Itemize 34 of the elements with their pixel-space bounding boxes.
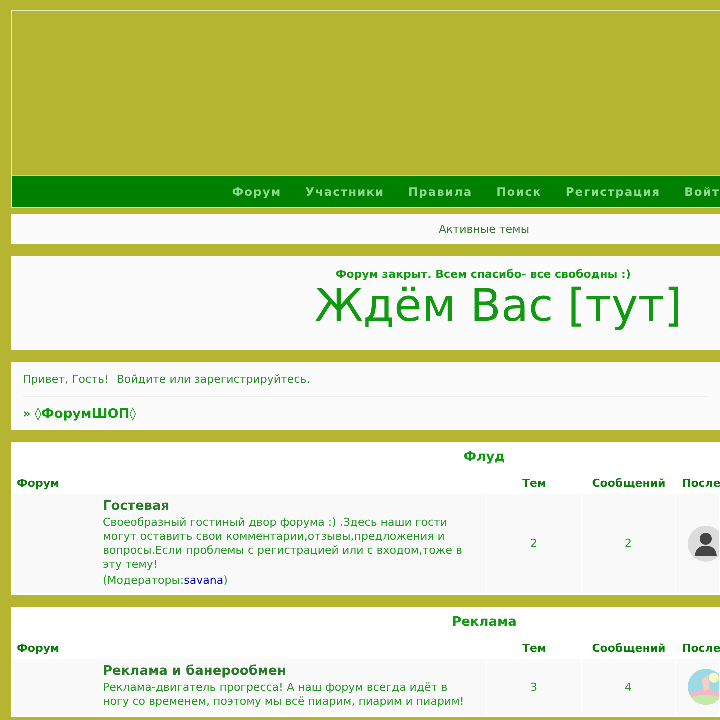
- column-header: Сообщений: [591, 641, 667, 657]
- category-title[interactable]: Реклама: [11, 607, 720, 634]
- posts-count: 4: [582, 659, 676, 715]
- column-header: Тем: [522, 641, 548, 657]
- forum-description: Реклама-двигатель прогресса! А наш форум всегда идёт в ногу со временем, поэтому мы всё пиарим, пиарим и пиарим!: [103, 681, 466, 709]
- moderator-link[interactable]: savana: [184, 574, 224, 587]
- posts-count: 2: [582, 494, 676, 593]
- forum-title-link[interactable]: Гостевая: [103, 499, 466, 514]
- headline-text: Ждём Вас [тут]: [314, 281, 682, 331]
- column-header: Сообщений: [591, 476, 667, 492]
- moderators-label: (Модераторы:: [103, 574, 184, 587]
- column-header: После: [681, 476, 720, 492]
- greeting-text: Привет, Гость!: [23, 372, 109, 386]
- column-header: Форум: [16, 476, 61, 492]
- topics-count: 2: [487, 494, 582, 593]
- nav-link[interactable]: Войт: [684, 184, 720, 198]
- column-header: Тем: [522, 476, 548, 492]
- nav-link[interactable]: Регистрация: [566, 184, 661, 198]
- avatar-icon[interactable]: [688, 526, 719, 562]
- column-header: Форум: [16, 641, 61, 657]
- nav-link[interactable]: Поиск: [496, 184, 542, 198]
- nav-link[interactable]: Форум: [232, 184, 282, 198]
- column-header: После: [681, 641, 720, 657]
- forum-title-link[interactable]: Реклама и банерообмен: [103, 664, 466, 679]
- active-topics-link[interactable]: Активные темы: [439, 222, 530, 236]
- nav-link[interactable]: Участники: [306, 184, 385, 198]
- login-link[interactable]: Войдите или зарегистрируйтесь.: [116, 372, 310, 386]
- nav-link[interactable]: Правила: [408, 184, 473, 198]
- notice-text: Форум закрыт. Всем спасибо- все свободны :): [336, 268, 631, 281]
- moderators-label: ): [224, 574, 228, 587]
- forum-description: Своеобразный гостиный двор форума :) .Здесь наши гости могут оставить свои комментарии,отзывы,предложения и вопросы.Если проблемы с регистрацией или с входом,тоже в эту тему!: [103, 516, 464, 572]
- category-title[interactable]: Флуд: [11, 442, 720, 469]
- topics-count: 3: [487, 659, 582, 715]
- breadcrumb[interactable]: » ◊ФорумШОП◊: [23, 397, 708, 431]
